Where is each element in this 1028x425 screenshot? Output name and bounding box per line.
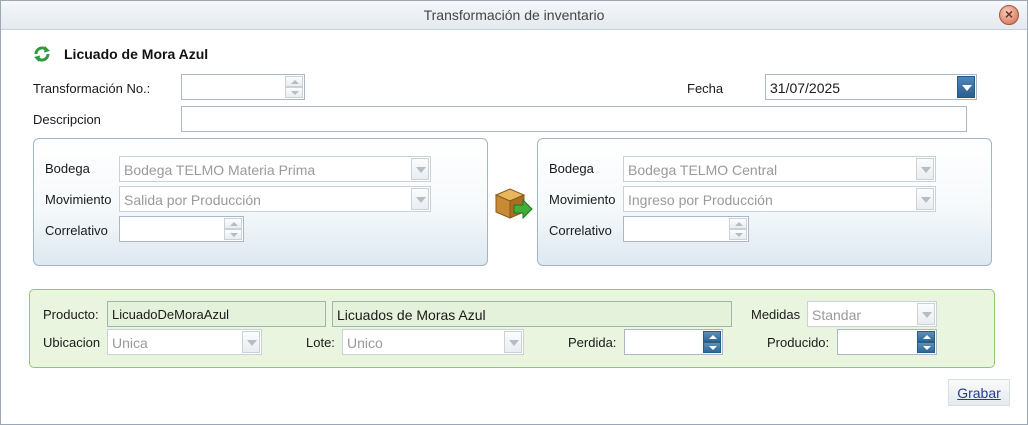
producto-nombre-value: Licuados de Moras Azul — [337, 307, 486, 323]
destino-movimiento-label: Movimiento — [549, 192, 616, 207]
stepper-up-icon[interactable] — [729, 218, 747, 229]
fecha-date-field[interactable]: 31/07/2025 — [765, 74, 977, 100]
destino-bodega-label: Bodega — [549, 161, 594, 176]
destino-bodega-value: Bodega TELMO Central — [628, 162, 778, 178]
stepper-up-icon[interactable] — [285, 76, 303, 87]
title-bar: Transformación de inventario × — [1, 1, 1027, 30]
ubicacion-label: Ubicacion — [43, 335, 101, 350]
fecha-label: Fecha — [687, 81, 724, 96]
origen-movimiento-value: Salida por Producción — [124, 192, 261, 208]
chevron-down-icon[interactable] — [916, 158, 934, 180]
producido-label: Producido: — [767, 335, 830, 350]
chevron-down-icon[interactable] — [916, 188, 934, 210]
stepper-up-icon[interactable] — [703, 331, 721, 342]
origen-correlativo-field[interactable] — [119, 216, 244, 242]
producto-label: Producto: — [43, 307, 99, 322]
medidas-label: Medidas — [751, 307, 801, 322]
transformation-window: Transformación de inventario × Licuado d… — [0, 0, 1028, 425]
box-transfer-icon — [494, 188, 533, 220]
chevron-down-icon[interactable] — [411, 158, 429, 180]
transformacion-label: Transformación No.: — [33, 81, 151, 96]
producido-field[interactable] — [837, 329, 937, 355]
descripcion-input[interactable] — [181, 106, 967, 132]
stepper-down-icon[interactable] — [729, 229, 747, 240]
chevron-down-icon[interactable] — [917, 303, 935, 325]
fecha-value: 31/07/2025 — [770, 80, 841, 96]
chevron-down-icon[interactable] — [504, 331, 522, 353]
lote-label: Lote: — [306, 335, 335, 350]
destino-movimiento-value: Ingreso por Producción — [628, 192, 773, 208]
medidas-select[interactable]: Standar — [807, 301, 937, 327]
producto-codigo-value: LicuadoDeMoraAzul — [112, 307, 230, 322]
window-title: Transformación de inventario — [423, 7, 605, 23]
lote-value: Unico — [347, 335, 383, 351]
ubicacion-value: Unica — [112, 335, 148, 351]
perdida-field[interactable] — [624, 329, 723, 355]
destino-correlativo-field[interactable] — [623, 216, 749, 242]
stepper-up-icon[interactable] — [917, 331, 935, 342]
grabar-button[interactable]: Grabar — [948, 379, 1010, 406]
ubicacion-select[interactable]: Unica — [107, 329, 262, 355]
descripcion-label: Descripcion — [33, 112, 101, 127]
grabar-label: Grabar — [957, 385, 1001, 401]
perdida-label: Perdida: — [568, 335, 617, 350]
stepper-down-icon[interactable] — [285, 87, 303, 98]
origen-movimiento-label: Movimiento — [45, 192, 112, 207]
origen-bodega-select[interactable]: Bodega TELMO Materia Prima — [119, 156, 431, 182]
page-title: Licuado de Mora Azul — [64, 46, 209, 62]
origen-movimiento-select[interactable]: Salida por Producción — [119, 186, 431, 212]
producto-nombre-field[interactable]: Licuados de Moras Azul — [332, 301, 732, 327]
lote-select[interactable]: Unico — [342, 329, 524, 355]
close-icon: × — [1004, 6, 1014, 22]
stepper-down-icon[interactable] — [917, 342, 935, 353]
destino-movimiento-select[interactable]: Ingreso por Producción — [623, 186, 936, 212]
chevron-down-icon[interactable] — [242, 331, 260, 353]
destino-correlativo-stepper[interactable] — [729, 218, 747, 240]
stepper-up-icon[interactable] — [224, 218, 242, 229]
origen-bodega-value: Bodega TELMO Materia Prima — [124, 162, 316, 178]
perdida-stepper[interactable] — [703, 331, 721, 353]
close-button[interactable]: × — [999, 5, 1019, 25]
medidas-value: Standar — [812, 307, 862, 323]
stepper-down-icon[interactable] — [703, 342, 721, 353]
refresh-icon — [34, 46, 50, 62]
origen-correlativo-label: Correlativo — [45, 223, 108, 238]
origen-correlativo-stepper[interactable] — [224, 218, 242, 240]
origen-bodega-label: Bodega — [45, 161, 90, 176]
stepper-down-icon[interactable] — [224, 229, 242, 240]
date-dropdown-icon[interactable] — [957, 76, 975, 98]
producto-codigo-field[interactable]: LicuadoDeMoraAzul — [107, 301, 326, 327]
transformacion-stepper[interactable] — [285, 76, 303, 98]
destino-bodega-select[interactable]: Bodega TELMO Central — [623, 156, 936, 182]
destino-correlativo-label: Correlativo — [549, 223, 612, 238]
chevron-down-icon[interactable] — [411, 188, 429, 210]
producido-stepper[interactable] — [917, 331, 935, 353]
transformacion-number-field[interactable] — [181, 74, 305, 100]
